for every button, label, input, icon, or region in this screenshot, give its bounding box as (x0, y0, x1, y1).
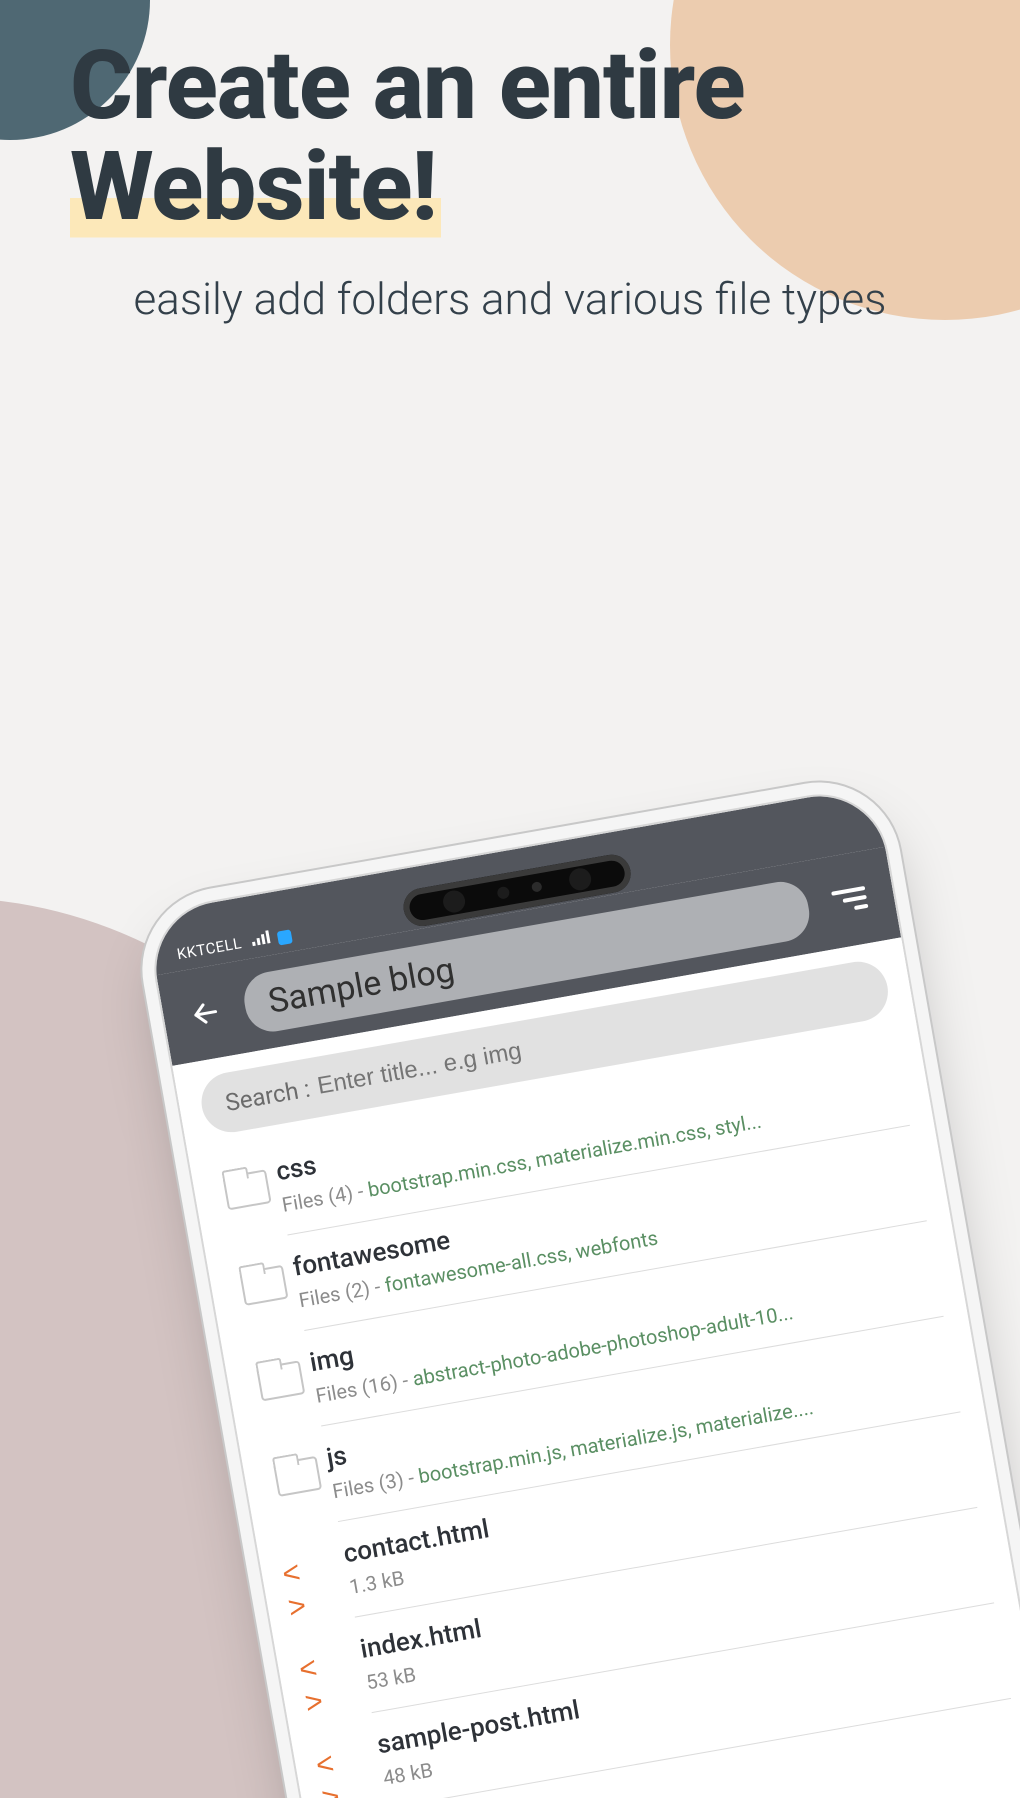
back-button[interactable] (180, 988, 231, 1039)
signal-icon (250, 929, 271, 950)
search-label: Search : (223, 1075, 312, 1117)
shield-icon (276, 929, 292, 945)
app-screen: KKTCELL Sample blog Search : (146, 786, 1020, 1798)
sort-icon (831, 886, 868, 914)
hero-subline: easily add folders and various file type… (70, 270, 950, 329)
phone-device: KKTCELL Sample blog Search : (146, 786, 1020, 1798)
hero: Create an entire Website! easily add fol… (70, 36, 950, 329)
folder-icon (245, 1349, 316, 1403)
hero-headline-line1: Create an entire (70, 30, 745, 142)
arrow-left-icon (188, 996, 223, 1031)
folder-icon (228, 1253, 299, 1307)
hero-headline: Create an entire Website! (70, 36, 950, 238)
hero-headline-highlight: Website! (70, 131, 441, 243)
folder-icon (261, 1444, 332, 1498)
sort-button[interactable] (822, 872, 878, 928)
folder-icon (211, 1158, 282, 1212)
carrier-label: KKTCELL (176, 934, 244, 963)
file-list: cssFiles (4) - bootstrap.min.css, materi… (188, 1026, 1020, 1798)
